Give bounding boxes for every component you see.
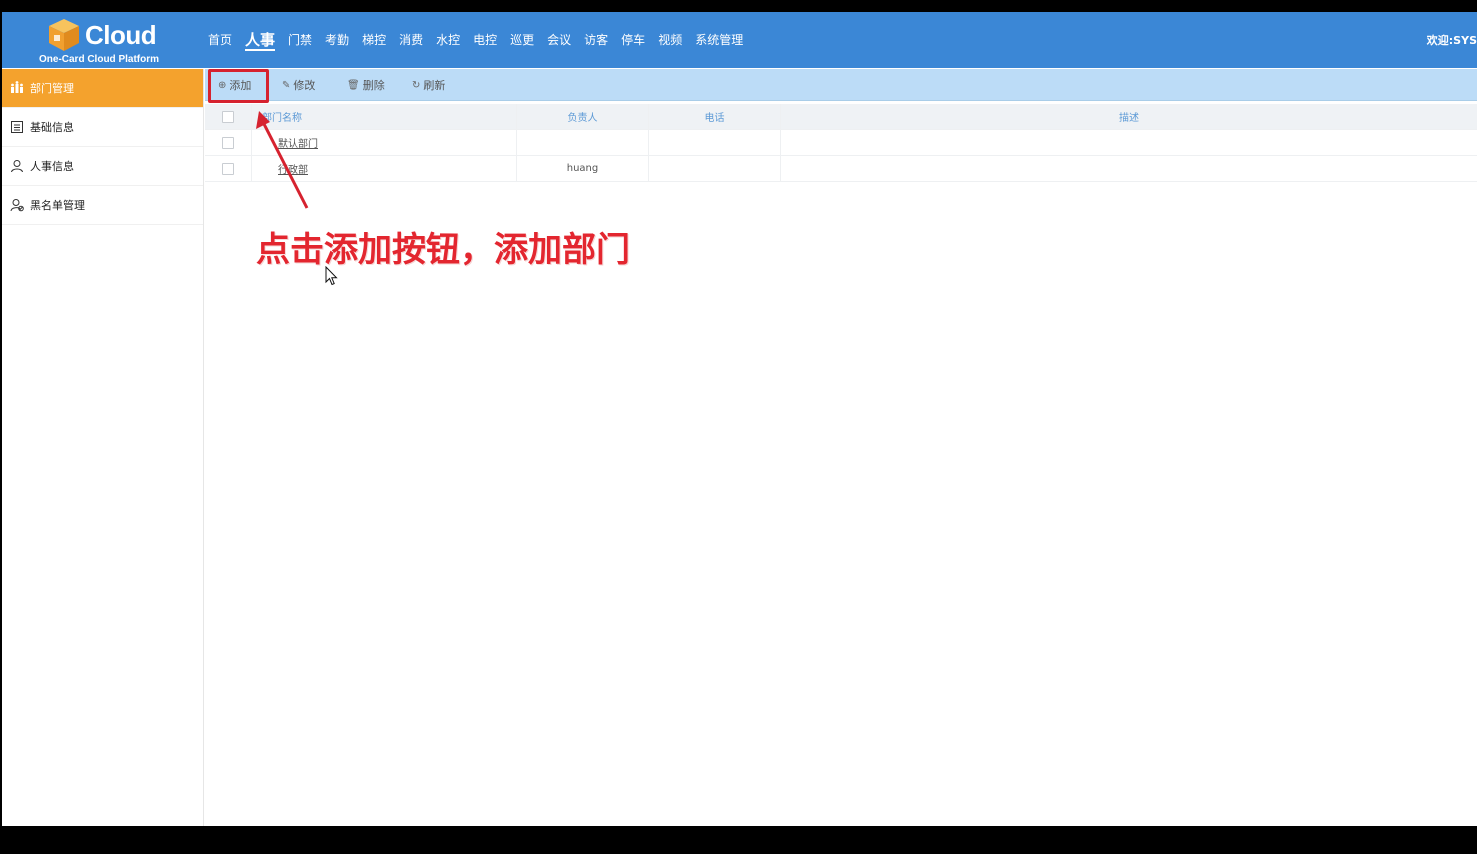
sidebar-item-basic-info[interactable]: 基础信息	[2, 108, 203, 147]
owner-value: huang	[566, 163, 599, 174]
nav-personnel[interactable]: 人事	[245, 12, 276, 68]
header-phone[interactable]: 电话	[649, 104, 781, 129]
header-dept-name[interactable]: 部门名称	[252, 104, 517, 129]
nav-elevator[interactable]: 梯控	[362, 12, 386, 68]
welcome-user: 欢迎:SYS	[1426, 34, 1477, 47]
sidebar-item-label: 黑名单管理	[30, 199, 85, 212]
nav-meeting[interactable]: 会议	[547, 12, 571, 68]
list-icon	[11, 121, 23, 133]
header-description[interactable]: 描述	[781, 104, 1477, 129]
top-header: Cloud One-Card Cloud Platform 首页 人事 门禁 考…	[2, 12, 1477, 68]
phone-cell	[649, 156, 781, 181]
sidebar-item-label: 部门管理	[30, 82, 74, 95]
add-button-highlight-box	[208, 69, 269, 103]
sidebar-item-personnel-info[interactable]: 人事信息	[2, 147, 203, 186]
table-row[interactable]: 行政部 huang	[205, 156, 1477, 182]
phone-cell	[649, 130, 781, 155]
owner-cell: huang	[517, 156, 649, 181]
nav-power-control[interactable]: 电控	[473, 12, 497, 68]
sidebar-item-blacklist[interactable]: 黑名单管理	[2, 186, 203, 225]
nav-system-management[interactable]: 系统管理	[695, 12, 743, 68]
nav-home[interactable]: 首页	[208, 12, 232, 68]
logo: Cloud One-Card Cloud Platform	[39, 16, 169, 68]
row-checkbox[interactable]	[222, 136, 234, 149]
delete-label: 删除	[362, 79, 385, 92]
person-icon	[11, 160, 23, 173]
department-table: 部门名称 负责人 电话 描述 默认部门 行政部 huang	[205, 104, 1477, 182]
dept-name-cell: 行政部	[252, 156, 517, 181]
edit-label: 修改	[293, 79, 316, 92]
logo-wordmark: Cloud	[85, 20, 157, 50]
edit-button[interactable]: ✎ 修改	[282, 75, 315, 95]
logo-subtitle: One-Card Cloud Platform	[39, 54, 160, 65]
sidebar: 部门管理 基础信息 人事信息 黑名单管理	[2, 69, 204, 826]
mouse-pointer-icon	[325, 266, 338, 286]
refresh-button[interactable]: ↻ 刷新	[412, 75, 445, 95]
dept-name-link[interactable]: 默认部门	[278, 135, 318, 150]
trash-icon: 🗑	[347, 79, 360, 91]
sidebar-item-label: 人事信息	[30, 160, 74, 173]
app-window: Cloud One-Card Cloud Platform 首页 人事 门禁 考…	[2, 12, 1477, 826]
nav-parking[interactable]: 停车	[621, 12, 645, 68]
sidebar-item-label: 基础信息	[30, 121, 74, 134]
dept-name-cell: 默认部门	[252, 130, 517, 155]
nav-access-control[interactable]: 门禁	[288, 12, 312, 68]
sidebar-item-department[interactable]: 部门管理	[2, 69, 203, 108]
nav-visitor[interactable]: 访客	[584, 12, 608, 68]
row-checkbox[interactable]	[222, 162, 234, 175]
cube-logo-icon	[49, 19, 79, 51]
tutorial-annotation-text: 点击添加按钮，添加部门	[256, 230, 630, 270]
select-all-checkbox[interactable]	[222, 110, 234, 123]
group-icon	[11, 81, 23, 93]
row-select-cell	[205, 156, 252, 181]
description-cell	[781, 130, 1477, 155]
nav-patrol[interactable]: 巡更	[510, 12, 534, 68]
owner-cell	[517, 130, 649, 155]
refresh-label: 刷新	[423, 79, 446, 92]
nav-attendance[interactable]: 考勤	[325, 12, 349, 68]
nav-consumption[interactable]: 消费	[399, 12, 423, 68]
nav-water-control[interactable]: 水控	[436, 12, 460, 68]
refresh-icon: ↻	[412, 79, 421, 91]
nav-video[interactable]: 视频	[658, 12, 682, 68]
row-select-cell	[205, 130, 252, 155]
table-row[interactable]: 默认部门	[205, 130, 1477, 156]
toolbar: ⊕ 添加 ✎ 修改 🗑 删除 ↻ 刷新	[205, 69, 1477, 101]
description-cell	[781, 156, 1477, 181]
delete-button[interactable]: 🗑 删除	[347, 75, 385, 95]
dept-name-link[interactable]: 行政部	[278, 161, 308, 176]
select-all-cell	[205, 104, 252, 129]
table-header-row: 部门名称 负责人 电话 描述	[205, 104, 1477, 130]
pencil-icon: ✎	[282, 79, 291, 91]
header-owner[interactable]: 负责人	[517, 104, 649, 129]
main-nav: 首页 人事 门禁 考勤 梯控 消费 水控 电控 巡更 会议 访客 停车 视频 系…	[208, 12, 756, 68]
blacklist-icon	[10, 199, 24, 212]
